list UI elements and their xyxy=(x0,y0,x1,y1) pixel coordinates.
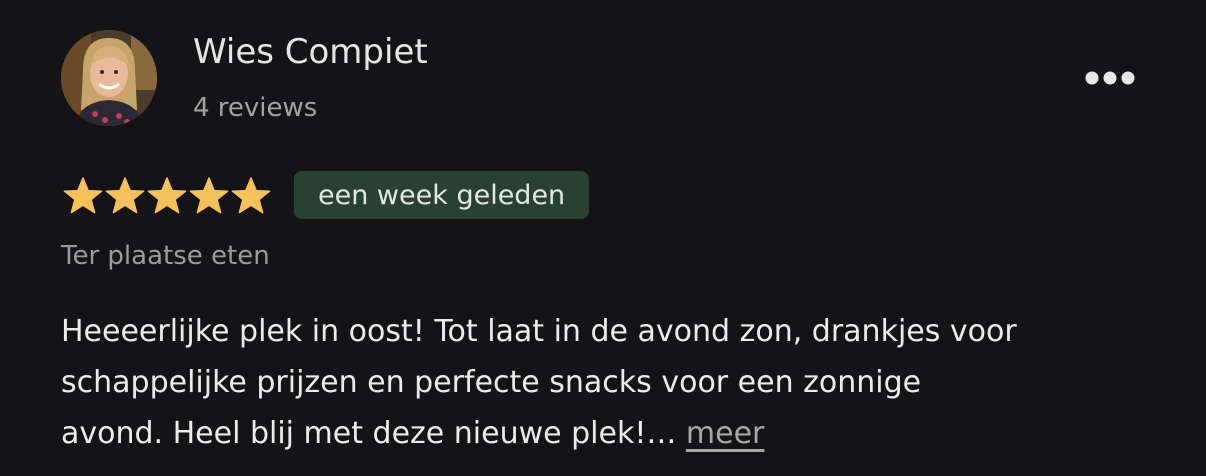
star-icon xyxy=(147,177,187,214)
date-badge: een week geleden xyxy=(294,171,590,219)
more-options-button[interactable] xyxy=(1080,60,1140,96)
star-icon xyxy=(231,177,271,214)
star-icon xyxy=(189,177,229,214)
review-count: 4 reviews xyxy=(193,93,318,123)
author-name[interactable]: Wies Compiet xyxy=(193,32,428,72)
review-text: Heeeerlijke plek in oost! Tot laat in de… xyxy=(61,306,1171,459)
star-icon xyxy=(105,177,145,214)
review-text-line: schappelijke prijzen en perfecte snacks … xyxy=(61,365,922,400)
star-icon xyxy=(63,177,103,214)
read-more-link[interactable]: meer xyxy=(686,416,764,451)
avatar-photo-icon xyxy=(61,30,157,126)
review-text-line: Heeeerlijke plek in oost! Tot laat in de… xyxy=(61,314,1017,349)
service-type: Ter plaatse eten xyxy=(61,241,270,271)
review-text-line: avond. Heel blij met deze nieuwe plek!… xyxy=(61,416,677,451)
avatar[interactable] xyxy=(61,30,157,126)
review-card: Wies Compiet 4 reviews een week geleden … xyxy=(0,0,1206,476)
more-options-icon xyxy=(1085,71,1135,85)
star-rating xyxy=(62,176,272,216)
